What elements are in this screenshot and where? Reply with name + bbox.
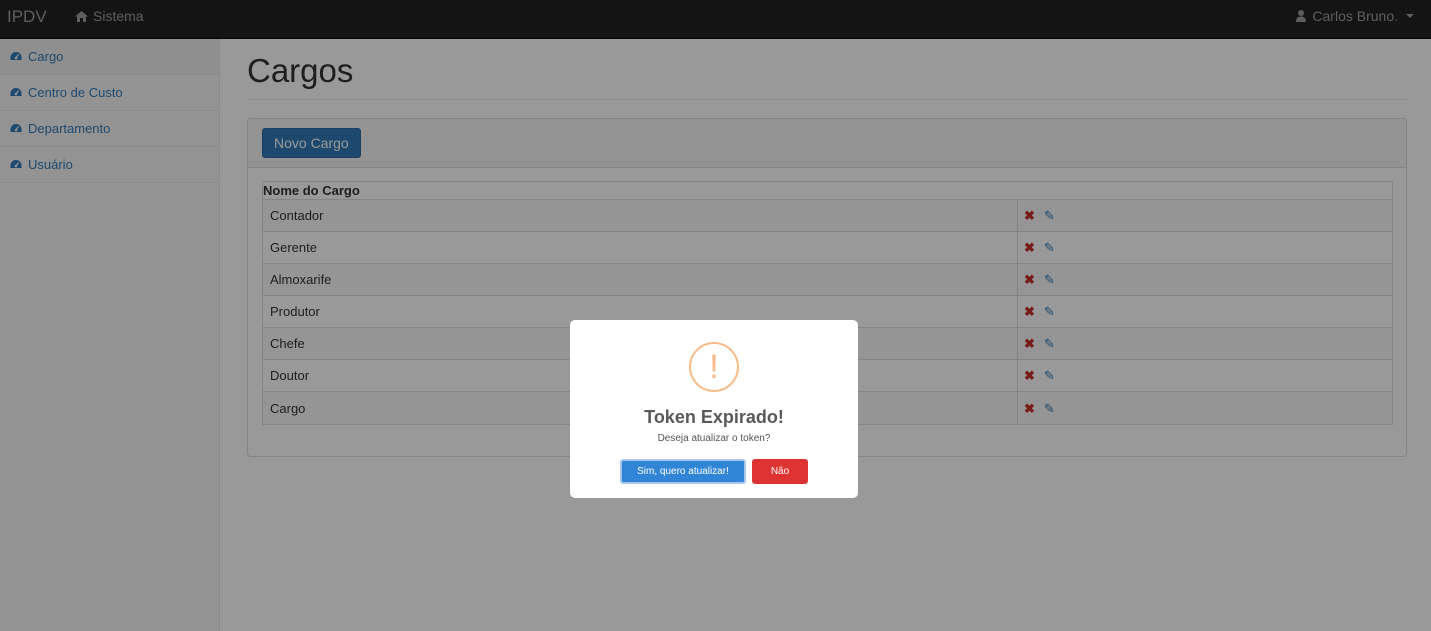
cancel-button[interactable]: Não bbox=[752, 459, 808, 484]
confirm-button[interactable]: Sim, quero atualizar! bbox=[620, 459, 746, 484]
dialog-title: Token Expirado! bbox=[644, 407, 784, 427]
token-expired-dialog: ! Token Expirado! Deseja atualizar o tok… bbox=[570, 320, 858, 498]
warning-icon: ! bbox=[689, 342, 739, 392]
modal-backdrop[interactable]: ! Token Expirado! Deseja atualizar o tok… bbox=[0, 0, 1431, 631]
dialog-message: Deseja atualizar o token? bbox=[657, 433, 771, 444]
